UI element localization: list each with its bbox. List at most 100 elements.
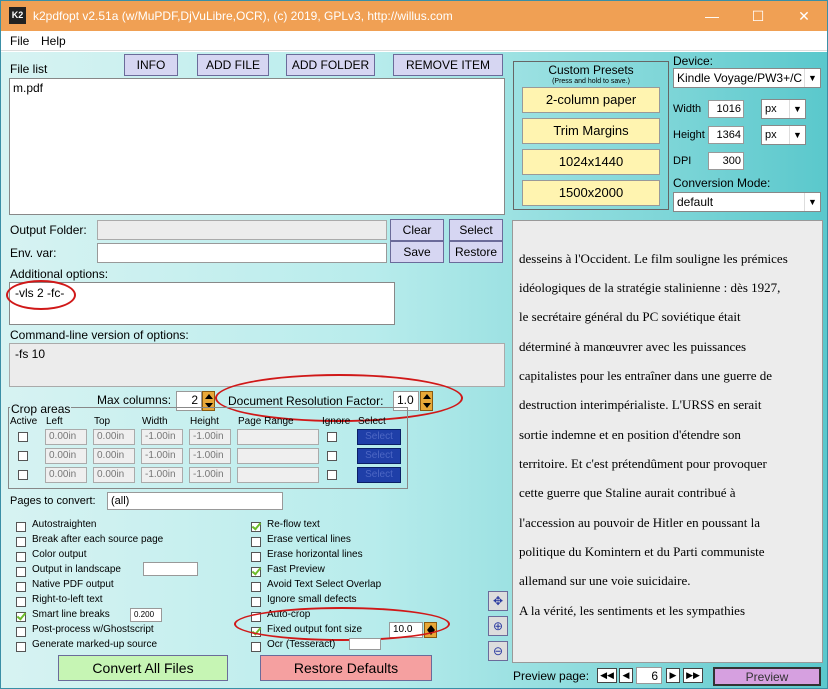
- add-folder-button[interactable]: ADD FOLDER: [286, 54, 375, 76]
- restore-button[interactable]: Restore: [449, 241, 503, 263]
- reflow-label[interactable]: Re-flow text: [267, 519, 320, 530]
- smart-line-breaks-input[interactable]: 0.200: [130, 608, 162, 622]
- erase-vertical-checkbox[interactable]: [251, 537, 261, 547]
- crop-page-range-input[interactable]: [237, 448, 319, 464]
- fit-icon[interactable]: ✥: [488, 591, 508, 611]
- save-button[interactable]: Save: [390, 241, 444, 263]
- crop-active-checkbox[interactable]: [18, 432, 28, 442]
- convert-all-button[interactable]: Convert All Files: [58, 655, 228, 681]
- crop-select-button[interactable]: Select: [357, 448, 401, 464]
- preset-two-column-button[interactable]: 2-column paper: [522, 87, 660, 113]
- menu-help[interactable]: Help: [41, 34, 66, 48]
- minimize-icon[interactable]: —: [689, 1, 735, 31]
- crop-width-input[interactable]: -1.00in: [141, 467, 183, 483]
- ignore-defects-label[interactable]: Ignore small defects: [267, 594, 357, 605]
- preset-trim-margins-button[interactable]: Trim Margins: [522, 118, 660, 144]
- select-folder-button[interactable]: Select: [449, 219, 503, 241]
- info-button[interactable]: INFO: [124, 54, 178, 76]
- crop-width-input[interactable]: -1.00in: [141, 429, 183, 445]
- native-pdf-checkbox[interactable]: [16, 582, 26, 592]
- crop-ignore-checkbox[interactable]: [327, 451, 337, 461]
- preview-button[interactable]: Preview: [713, 667, 821, 686]
- fast-preview-label[interactable]: Fast Preview: [267, 564, 325, 575]
- landscape-checkbox[interactable]: [16, 567, 26, 577]
- native-pdf-label[interactable]: Native PDF output: [32, 579, 114, 590]
- preset-1024x1440-button[interactable]: 1024x1440: [522, 149, 660, 175]
- smart-line-breaks-checkbox[interactable]: [16, 612, 26, 622]
- close-icon[interactable]: ✕: [781, 1, 827, 31]
- smart-line-breaks-label[interactable]: Smart line breaks: [32, 609, 110, 620]
- zoom-in-icon[interactable]: ⊕: [488, 616, 508, 636]
- autostraighten-checkbox[interactable]: [16, 522, 26, 532]
- crop-page-range-input[interactable]: [237, 429, 319, 445]
- crop-height-input[interactable]: -1.00in: [189, 448, 231, 464]
- crop-top-input[interactable]: 0.00in: [93, 448, 135, 464]
- width-input[interactable]: 1016: [708, 100, 744, 118]
- erase-vertical-label[interactable]: Erase vertical lines: [267, 534, 351, 545]
- pages-input[interactable]: (all): [107, 492, 283, 510]
- crop-height-input[interactable]: -1.00in: [189, 429, 231, 445]
- marked-up-label[interactable]: Generate marked-up source: [32, 639, 157, 650]
- crop-page-range-input[interactable]: [237, 467, 319, 483]
- right-to-left-checkbox[interactable]: [16, 597, 26, 607]
- last-page-icon[interactable]: ▶▶: [683, 668, 703, 683]
- crop-top-input[interactable]: 0.00in: [93, 429, 135, 445]
- ocr-input[interactable]: [349, 638, 381, 650]
- color-output-label[interactable]: Color output: [32, 549, 86, 560]
- crop-left-input[interactable]: 0.00in: [45, 467, 87, 483]
- conversion-mode-select[interactable]: default ▼: [673, 192, 821, 212]
- crop-left-input[interactable]: 0.00in: [45, 448, 87, 464]
- maximize-icon[interactable]: ☐: [735, 1, 781, 31]
- add-file-button[interactable]: ADD FILE: [197, 54, 269, 76]
- autostraighten-label[interactable]: Autostraighten: [32, 519, 97, 530]
- avoid-overlap-checkbox[interactable]: [251, 582, 261, 592]
- break-after-page-label[interactable]: Break after each source page: [32, 534, 163, 545]
- output-folder-input[interactable]: [97, 220, 387, 240]
- height-unit-select[interactable]: px ▼: [761, 125, 806, 145]
- crop-top-input[interactable]: 0.00in: [93, 467, 135, 483]
- right-to-left-label[interactable]: Right-to-left text: [32, 594, 103, 605]
- break-after-page-checkbox[interactable]: [16, 537, 26, 547]
- crop-ignore-checkbox[interactable]: [327, 470, 337, 480]
- landscape-input[interactable]: [143, 562, 198, 576]
- crop-active-checkbox[interactable]: [18, 470, 28, 480]
- height-input[interactable]: 1364: [708, 126, 744, 144]
- first-page-icon[interactable]: ◀◀: [597, 668, 617, 683]
- preview-pane[interactable]: desseins à l'Occident. Le film souligne …: [512, 220, 823, 663]
- crop-height-input[interactable]: -1.00in: [189, 467, 231, 483]
- fast-preview-checkbox[interactable]: [251, 567, 261, 577]
- file-list-item[interactable]: m.pdf: [10, 79, 504, 97]
- crop-select-button[interactable]: Select: [357, 429, 401, 445]
- landscape-label[interactable]: Output in landscape: [32, 564, 121, 575]
- remove-item-button[interactable]: REMOVE ITEM: [393, 54, 503, 76]
- env-var-input[interactable]: [97, 243, 387, 263]
- crop-ignore-checkbox[interactable]: [327, 432, 337, 442]
- preview-page-input[interactable]: 6: [636, 667, 662, 684]
- menu-file[interactable]: File: [10, 34, 29, 48]
- ghostscript-label[interactable]: Post-process w/Ghostscript: [32, 624, 154, 635]
- reflow-checkbox[interactable]: [251, 522, 261, 532]
- avoid-overlap-label[interactable]: Avoid Text Select Overlap: [267, 579, 381, 590]
- prev-page-icon[interactable]: ◀: [619, 668, 633, 683]
- ignore-defects-checkbox[interactable]: [251, 597, 261, 607]
- crop-select-button[interactable]: Select: [357, 467, 401, 483]
- zoom-out-icon[interactable]: ⊖: [488, 641, 508, 661]
- marked-up-checkbox[interactable]: [16, 642, 26, 652]
- preset-1500x2000-button[interactable]: 1500x2000: [522, 180, 660, 206]
- file-list[interactable]: m.pdf: [9, 78, 505, 215]
- ghostscript-checkbox[interactable]: [16, 627, 26, 637]
- clear-button[interactable]: Clear: [390, 219, 444, 241]
- ocr-label[interactable]: Ocr (Tesseract): [267, 639, 335, 650]
- crop-width-input[interactable]: -1.00in: [141, 448, 183, 464]
- erase-horizontal-label[interactable]: Erase horizontal lines: [267, 549, 363, 560]
- color-output-checkbox[interactable]: [16, 552, 26, 562]
- next-page-icon[interactable]: ▶: [666, 668, 680, 683]
- erase-horizontal-checkbox[interactable]: [251, 552, 261, 562]
- restore-defaults-button[interactable]: Restore Defaults: [260, 655, 432, 681]
- crop-active-checkbox[interactable]: [18, 451, 28, 461]
- ocr-checkbox[interactable]: [251, 642, 261, 652]
- width-unit-select[interactable]: px ▼: [761, 99, 806, 119]
- crop-left-input[interactable]: 0.00in: [45, 429, 87, 445]
- dpi-input[interactable]: 300: [708, 152, 744, 170]
- device-select[interactable]: Kindle Voyage/PW3+/C ▼: [673, 68, 821, 88]
